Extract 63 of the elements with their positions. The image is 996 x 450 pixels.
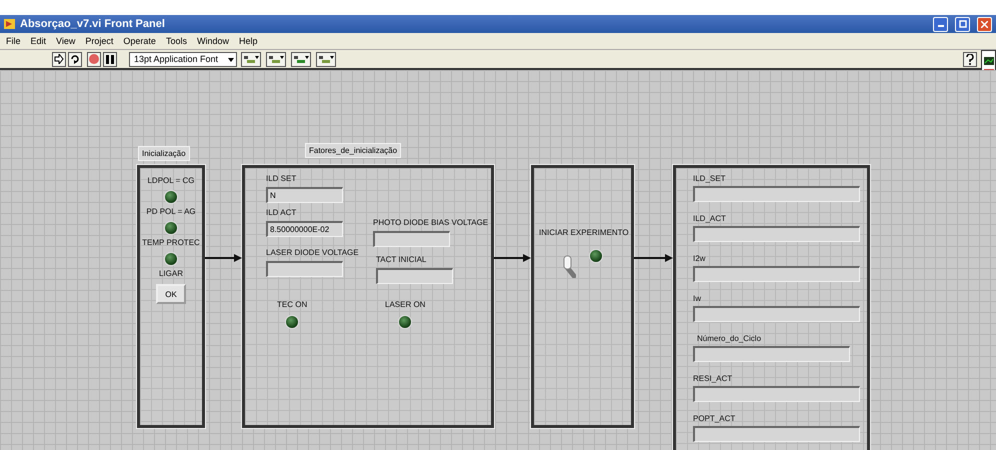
font-dropdown[interactable]: 13pt Application Font (129, 52, 237, 66)
run-arrow-icon[interactable] (52, 52, 66, 66)
led-label: LDPOL = CG (147, 176, 195, 186)
led-label: TEC ON (277, 300, 308, 310)
field-label: ILD_SET (693, 174, 726, 184)
field-label: Número_do_Ciclo (697, 334, 762, 344)
input-field[interactable] (693, 226, 860, 242)
input-field[interactable] (373, 231, 450, 247)
pause-icon[interactable] (103, 52, 117, 66)
restore-icon (958, 20, 966, 28)
ok-button[interactable]: OK (156, 284, 186, 304)
minimize-button[interactable] (933, 16, 948, 32)
input-field[interactable] (693, 346, 850, 362)
menu-item[interactable]: Edit (26, 36, 50, 46)
control-label: INICIAR EXPERIMENTO (539, 228, 629, 238)
input-field[interactable]: N (266, 187, 343, 203)
arrow (634, 254, 673, 262)
resize-icon[interactable] (291, 52, 311, 66)
window-title: Absorçao_v7.vi Front Panel (20, 18, 165, 30)
field-label: TACT INICIAL (376, 255, 426, 265)
led-label: LASER ON (385, 300, 426, 310)
arrow (205, 254, 242, 262)
field-label: RESI_ACT (693, 374, 732, 384)
field-label: PHOTO DIODE BIAS VOLTAGE (373, 218, 488, 228)
input-field[interactable] (693, 186, 860, 202)
field-label: LASER DIODE VOLTAGE (266, 248, 359, 258)
field-label: POPT_ACT (693, 414, 736, 424)
led-label: TEMP PROTEC (142, 238, 200, 248)
led-label: PD POL = AG (146, 207, 196, 217)
input-field[interactable]: 8.50000000E-02 (266, 221, 343, 237)
frame-label: Fatores_de_inicialização (305, 143, 402, 158)
align-icon[interactable] (241, 52, 261, 66)
menu-item[interactable]: Tools (162, 36, 191, 46)
input-field[interactable] (693, 426, 860, 442)
menu-item[interactable]: Window (192, 36, 233, 46)
menu-item[interactable]: Operate (119, 36, 160, 46)
abort-icon[interactable] (87, 52, 101, 66)
menu-item[interactable]: File (2, 36, 25, 46)
distribute-icon[interactable] (266, 52, 286, 66)
help-icon[interactable] (963, 52, 977, 66)
field-label: ILD SET (266, 174, 296, 184)
menu-item[interactable]: Project (81, 36, 118, 46)
menu-item[interactable]: View (52, 36, 80, 46)
button-label: LIGAR (158, 269, 183, 279)
arrow (494, 254, 531, 262)
input-field[interactable] (266, 261, 343, 277)
run-continuously-icon[interactable] (68, 52, 82, 66)
reorder-icon[interactable] (316, 52, 336, 66)
frame-label: Inicialização (138, 146, 190, 161)
menu-item[interactable]: Help (234, 36, 262, 46)
field-label: ILD ACT (266, 208, 296, 218)
input-field[interactable] (693, 266, 860, 282)
field-label: Iw (693, 294, 701, 304)
input-field[interactable] (693, 306, 860, 322)
input-field[interactable] (693, 386, 860, 402)
close-button[interactable] (977, 16, 992, 32)
input-field[interactable] (376, 268, 453, 284)
maximize-button[interactable] (955, 16, 970, 32)
app-icon (4, 19, 15, 29)
toggle-switch[interactable] (562, 254, 576, 278)
field-label: ILD_ACT (693, 214, 726, 224)
close-icon (981, 20, 988, 28)
field-label: I2w (693, 254, 706, 264)
